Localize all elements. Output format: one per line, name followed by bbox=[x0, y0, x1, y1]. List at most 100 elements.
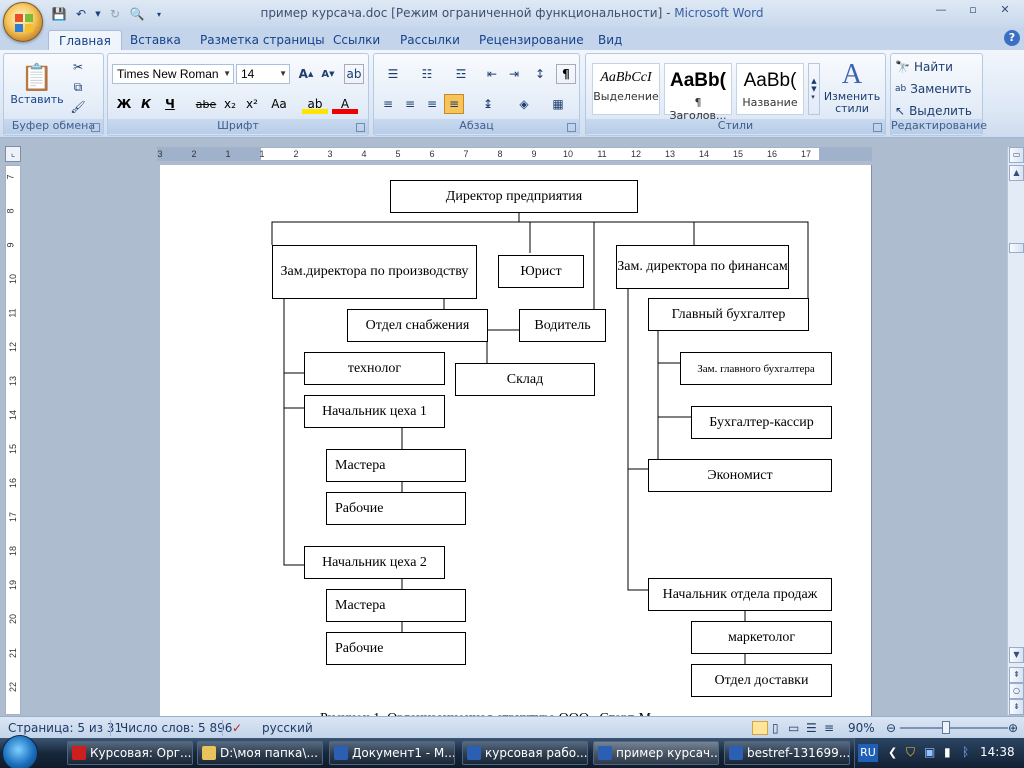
clock[interactable]: 14:38 bbox=[980, 745, 1015, 759]
full-screen-view-icon[interactable]: ▯ bbox=[772, 721, 779, 735]
paragraph-launcher-icon[interactable] bbox=[567, 123, 576, 132]
scroll-down-icon[interactable]: ▼ bbox=[1009, 647, 1024, 663]
outline-view-icon[interactable]: ☰ bbox=[806, 721, 817, 735]
minimize-icon[interactable]: — bbox=[926, 2, 956, 20]
styles-scroll-icon[interactable]: ▲ ▼ ▾ bbox=[808, 63, 820, 115]
font-name-combo[interactable]: Times New Roman ▼ bbox=[112, 64, 234, 84]
document-page[interactable]: Директор предприятия Зам.директора по пр… bbox=[160, 165, 871, 726]
justify-icon[interactable]: ≡ bbox=[444, 94, 464, 114]
tab-references[interactable]: Ссылки bbox=[323, 30, 390, 50]
word-count[interactable]: Число слов: 5 896 bbox=[120, 721, 232, 735]
copy-icon[interactable]: ⧉ bbox=[68, 78, 88, 96]
bluetooth-icon[interactable]: ᛒ bbox=[962, 745, 969, 759]
security-shield-icon[interactable]: ⛉ bbox=[906, 745, 915, 760]
clipboard-launcher-icon[interactable] bbox=[91, 123, 100, 132]
page-indicator[interactable]: Страница: 5 из 31 bbox=[8, 721, 122, 735]
help-icon[interactable]: ? bbox=[1004, 30, 1020, 46]
taskbar-item[interactable]: курсовая рабо... bbox=[462, 741, 588, 765]
italic-button[interactable]: К bbox=[136, 94, 156, 114]
keyboard-language[interactable]: RU bbox=[858, 744, 878, 762]
proofing-icon[interactable]: ✓ bbox=[232, 721, 242, 735]
zoom-level[interactable]: 90% bbox=[848, 721, 875, 735]
subscript-button[interactable]: x₂ bbox=[220, 94, 240, 114]
superscript-button[interactable]: x² bbox=[242, 94, 262, 114]
draft-view-icon[interactable]: ≡ bbox=[824, 721, 834, 735]
zoom-slider[interactable] bbox=[900, 727, 1008, 729]
ruler-tick: 7 bbox=[463, 149, 469, 159]
style-heading[interactable]: AaBb( ¶ Заголов... bbox=[664, 63, 732, 122]
vertical-ruler-tick: 15 bbox=[8, 443, 19, 455]
tab-selector-icon[interactable]: ⌞ bbox=[5, 146, 21, 162]
tab-insert[interactable]: Вставка bbox=[120, 30, 191, 50]
align-center-icon[interactable]: ≡ bbox=[400, 94, 420, 114]
find-button[interactable]: 🔭 Найти bbox=[895, 58, 981, 76]
next-page-icon[interactable]: ⇟ bbox=[1009, 699, 1024, 715]
ruler-tick: 9 bbox=[531, 149, 537, 159]
close-icon[interactable]: ✕ bbox=[990, 2, 1020, 20]
change-case-button[interactable]: Aa bbox=[266, 94, 292, 114]
increase-indent-icon[interactable]: ⇥ bbox=[504, 64, 524, 84]
paste-button[interactable]: 📋 Вставить bbox=[10, 58, 63, 110]
sort-icon[interactable]: ↕ bbox=[530, 64, 550, 84]
show-marks-icon[interactable]: ¶ bbox=[556, 64, 576, 84]
bullets-icon[interactable]: ☰ bbox=[378, 64, 408, 84]
clear-format-icon[interactable]: ab bbox=[344, 64, 364, 84]
multilevel-list-icon[interactable]: ☲ bbox=[446, 64, 476, 84]
taskbar-item[interactable]: Документ1 - М... bbox=[329, 741, 455, 765]
borders-icon[interactable]: ▦ bbox=[544, 94, 572, 114]
zoom-out-icon[interactable]: ⊖ bbox=[886, 721, 896, 735]
ruler-toggle-icon[interactable]: ▭ bbox=[1009, 147, 1024, 163]
taskbar-item[interactable]: D:\моя папка\... bbox=[197, 741, 323, 765]
styles-launcher-icon[interactable] bbox=[873, 123, 882, 132]
tab-home[interactable]: Главная bbox=[48, 30, 122, 50]
taskbar-item[interactable]: Курсовая: Орг... bbox=[67, 741, 193, 765]
select-browse-icon[interactable]: ○ bbox=[1009, 683, 1024, 699]
vertical-ruler[interactable]: 7 8 9 10 11 12 13 14 15 16 17 18 19 20 21 22 bbox=[5, 165, 21, 715]
font-size-combo[interactable]: 14 ▼ bbox=[236, 64, 290, 84]
cut-icon[interactable]: ✂ bbox=[68, 58, 88, 76]
start-button[interactable] bbox=[2, 735, 38, 768]
strikethrough-button[interactable]: abe bbox=[194, 94, 218, 114]
format-painter-icon[interactable]: 🖌 bbox=[68, 98, 88, 116]
taskbar-item[interactable]: bestref-131699... bbox=[724, 741, 850, 765]
vertical-scrollbar[interactable]: ▭ ▲ ▼ ⇞ ○ ⇟ bbox=[1007, 147, 1024, 715]
align-left-icon[interactable]: ≡ bbox=[378, 94, 398, 114]
tab-view[interactable]: Вид bbox=[588, 30, 632, 50]
numbering-icon[interactable]: ☷ bbox=[412, 64, 442, 84]
align-right-icon[interactable]: ≡ bbox=[422, 94, 442, 114]
status-divider bbox=[222, 720, 223, 736]
tab-review[interactable]: Рецензирование bbox=[469, 30, 594, 50]
zoom-slider-thumb[interactable] bbox=[942, 721, 950, 734]
web-layout-view-icon[interactable]: ▭ bbox=[788, 721, 799, 735]
change-styles-button[interactable]: A Изменить стили bbox=[822, 58, 882, 116]
highlight-icon[interactable]: ab bbox=[302, 94, 328, 114]
shrink-font-icon[interactable]: A ▼ bbox=[318, 64, 338, 84]
decrease-indent-icon[interactable]: ⇤ bbox=[482, 64, 502, 84]
shading-icon[interactable]: ◈ bbox=[510, 94, 538, 114]
network-icon[interactable]: ▣ bbox=[924, 745, 935, 759]
prev-page-icon[interactable]: ⇞ bbox=[1009, 667, 1024, 683]
style-title[interactable]: AaBb( Название bbox=[736, 63, 804, 115]
tray-expand-icon[interactable]: ❮ bbox=[888, 746, 897, 759]
signal-icon[interactable]: ▮ bbox=[944, 745, 951, 759]
select-button[interactable]: ↖ Выделить bbox=[895, 102, 981, 120]
font-launcher-icon[interactable] bbox=[356, 123, 365, 132]
underline-button[interactable]: Ч bbox=[160, 94, 180, 114]
grow-font-icon[interactable]: A ▲ bbox=[296, 64, 316, 84]
horizontal-ruler[interactable]: 3 2 1 1 2 3 4 5 6 7 8 9 10 11 12 13 14 15 16 17 bbox=[157, 147, 872, 161]
bold-button[interactable]: Ж bbox=[114, 94, 134, 114]
style-emphasis[interactable]: AaBbCcI Выделение bbox=[592, 63, 660, 115]
taskbar-item[interactable]: пример курсач... bbox=[593, 741, 719, 765]
office-button[interactable] bbox=[3, 2, 43, 42]
maximize-icon[interactable]: ▫ bbox=[958, 2, 988, 20]
language-indicator[interactable]: русский bbox=[262, 721, 313, 735]
print-layout-view-icon[interactable] bbox=[752, 721, 768, 735]
scroll-up-icon[interactable]: ▲ bbox=[1009, 165, 1024, 181]
font-color-icon[interactable]: A bbox=[332, 94, 358, 114]
zoom-in-icon[interactable]: ⊕ bbox=[1008, 721, 1018, 735]
scroll-thumb[interactable] bbox=[1009, 243, 1024, 253]
tab-page-layout[interactable]: Разметка страницы bbox=[190, 30, 335, 50]
tab-mailings[interactable]: Рассылки bbox=[390, 30, 470, 50]
replace-button[interactable]: ab Заменить bbox=[895, 80, 981, 98]
line-spacing-icon[interactable]: ↨ bbox=[474, 94, 502, 114]
